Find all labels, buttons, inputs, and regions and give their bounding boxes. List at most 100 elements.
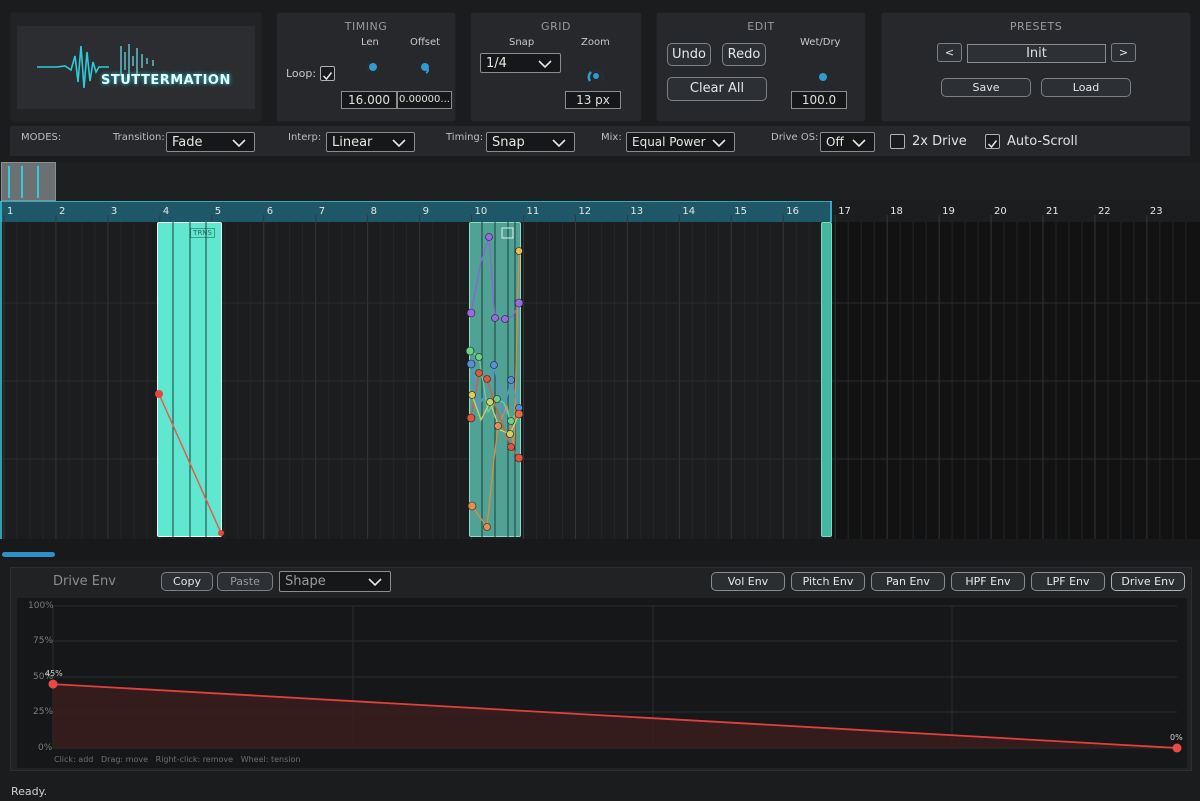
snap-dropdown[interactable]: 1/4 bbox=[480, 53, 561, 73]
env-hint: Click: add Drag: move Right-click: remov… bbox=[54, 755, 301, 764]
ruler-tick-label: 9 bbox=[422, 206, 429, 217]
edit-panel: EDIT Undo Redo Clear All Wet/Dry 100.0 bbox=[656, 12, 866, 122]
zoom-label: Zoom bbox=[581, 37, 610, 48]
tab-hpf-env[interactable]: HPF Env bbox=[951, 572, 1025, 591]
edit-title: EDIT bbox=[747, 20, 775, 33]
modes-label: MODES: bbox=[21, 132, 62, 143]
mix-dropdown[interactable]: Equal Power bbox=[626, 132, 735, 152]
timing-mode-label: Timing: bbox=[446, 132, 484, 143]
chevron-down-icon bbox=[232, 139, 246, 147]
status-bar: Ready. bbox=[11, 785, 48, 798]
transition-value: Fade bbox=[172, 135, 203, 150]
ruler-tick-label: 13 bbox=[630, 206, 644, 217]
timing-dropdown[interactable]: Snap bbox=[486, 132, 575, 152]
len-field[interactable]: 16.000 bbox=[341, 91, 397, 109]
envelope-point[interactable] bbox=[1172, 743, 1182, 753]
ruler-tick-label: 7 bbox=[318, 206, 326, 217]
len-knob[interactable] bbox=[366, 60, 380, 74]
tab-pan-env[interactable]: Pan Env bbox=[871, 572, 945, 591]
overview-viewport-thumb[interactable] bbox=[1, 162, 56, 201]
mix-value: Equal Power bbox=[632, 135, 706, 149]
interp-label: Interp: bbox=[288, 132, 322, 143]
chevron-down-icon bbox=[392, 139, 406, 147]
undo-button[interactable]: Undo bbox=[667, 43, 711, 66]
driveos-label: Drive OS: bbox=[771, 132, 819, 143]
ruler-tick-label: 17 bbox=[838, 206, 851, 217]
tab-lpf-env[interactable]: LPF Env bbox=[1031, 572, 1105, 591]
env-y-label: 100% bbox=[28, 601, 54, 611]
tab-pitch-env[interactable]: Pitch Env bbox=[791, 572, 865, 591]
chevron-down-icon bbox=[552, 139, 566, 147]
env-y-label: 25% bbox=[33, 707, 54, 717]
offset-label: Offset bbox=[410, 37, 441, 48]
envelope-title: Drive Env bbox=[53, 574, 116, 589]
driveos-value: Off bbox=[826, 135, 844, 149]
preset-next-button[interactable]: > bbox=[1111, 43, 1136, 62]
shape-dropdown[interactable]: Shape bbox=[279, 571, 391, 592]
zoom-knob[interactable] bbox=[586, 66, 606, 86]
chevron-down-icon bbox=[852, 139, 866, 147]
app-title: STUTTERMATION bbox=[101, 73, 231, 88]
overview-marker bbox=[21, 166, 23, 198]
horizontal-scrollbar[interactable] bbox=[2, 552, 55, 557]
waveform-logo-icon bbox=[37, 44, 154, 89]
preset-name-field[interactable]: Init bbox=[967, 44, 1106, 63]
loop-checkbox[interactable] bbox=[320, 66, 335, 81]
offset-knob[interactable] bbox=[418, 60, 432, 74]
stutter-block[interactable] bbox=[469, 222, 521, 537]
ruler-tick-label: 4 bbox=[162, 206, 170, 217]
presets-panel: PRESETS < Init > Save Load bbox=[881, 12, 1191, 122]
env-y-label: 0% bbox=[38, 743, 53, 753]
env-copy-button[interactable]: Copy bbox=[161, 572, 213, 591]
autoscroll-label: Auto-Scroll bbox=[1007, 134, 1078, 149]
tab-drive-env[interactable]: Drive Env bbox=[1111, 572, 1185, 591]
chevron-down-icon bbox=[368, 578, 382, 586]
wetdry-label: Wet/Dry bbox=[800, 37, 841, 48]
ruler-tick-label: 21 bbox=[1046, 206, 1059, 217]
ruler-tick-label: 23 bbox=[1149, 206, 1163, 217]
ruler-tick-label: 16 bbox=[786, 206, 799, 217]
zoom-field[interactable]: 13 px bbox=[565, 91, 621, 109]
env-paste-button[interactable]: Paste bbox=[217, 572, 273, 591]
stutter-block[interactable] bbox=[821, 222, 832, 537]
ruler-tick-label: 6 bbox=[266, 206, 274, 217]
chevron-down-icon bbox=[538, 60, 552, 68]
clear-all-button[interactable]: Clear All bbox=[667, 77, 767, 101]
overview-strip[interactable] bbox=[0, 162, 1200, 200]
env-start-value: 45% bbox=[45, 669, 63, 678]
ruler-tick-label: 8 bbox=[370, 206, 378, 217]
timing-title: TIMING bbox=[344, 20, 388, 33]
preset-prev-button[interactable]: < bbox=[937, 43, 962, 62]
preset-load-button[interactable]: Load bbox=[1041, 78, 1131, 97]
logo-panel: STUTTERMATION bbox=[10, 12, 262, 122]
preset-save-button[interactable]: Save bbox=[941, 78, 1031, 97]
wetdry-field[interactable]: 100.0 bbox=[791, 91, 847, 109]
ruler-tick-label: 20 bbox=[994, 206, 1007, 217]
wetdry-knob[interactable] bbox=[816, 70, 830, 84]
ruler-tick-label: 12 bbox=[578, 206, 592, 217]
drive2x-label: 2x Drive bbox=[912, 134, 967, 149]
env-y-label: 75% bbox=[33, 636, 54, 646]
tab-vol-env[interactable]: Vol Env bbox=[711, 572, 785, 591]
chevron-down-icon bbox=[712, 139, 726, 147]
autoscroll-checkbox[interactable] bbox=[985, 134, 1000, 149]
driveos-dropdown[interactable]: Off bbox=[820, 132, 875, 152]
stutter-block[interactable]: TRNS bbox=[157, 222, 222, 537]
ruler-tick-label: 22 bbox=[1097, 206, 1111, 217]
offset-field[interactable]: 0.00000... bbox=[397, 91, 452, 109]
ruler-tick-label: 10 bbox=[474, 206, 488, 217]
app-logo: STUTTERMATION bbox=[17, 26, 255, 109]
grid-title: GRID bbox=[541, 20, 571, 33]
redo-button[interactable]: Redo bbox=[722, 43, 766, 66]
checkmark-icon bbox=[322, 72, 333, 81]
ruler-tick-label: 5 bbox=[214, 206, 222, 217]
drive2x-checkbox[interactable] bbox=[890, 134, 905, 149]
len-label: Len bbox=[361, 37, 379, 48]
mix-label: Mix: bbox=[601, 132, 622, 143]
interp-dropdown[interactable]: Linear bbox=[326, 132, 415, 152]
ruler-tick-label: 3 bbox=[110, 206, 118, 217]
snap-label: Snap bbox=[509, 37, 535, 48]
transition-dropdown[interactable]: Fade bbox=[166, 132, 255, 152]
envelope-editor[interactable] bbox=[17, 598, 1187, 768]
ruler-tick-label: 11 bbox=[526, 206, 540, 217]
